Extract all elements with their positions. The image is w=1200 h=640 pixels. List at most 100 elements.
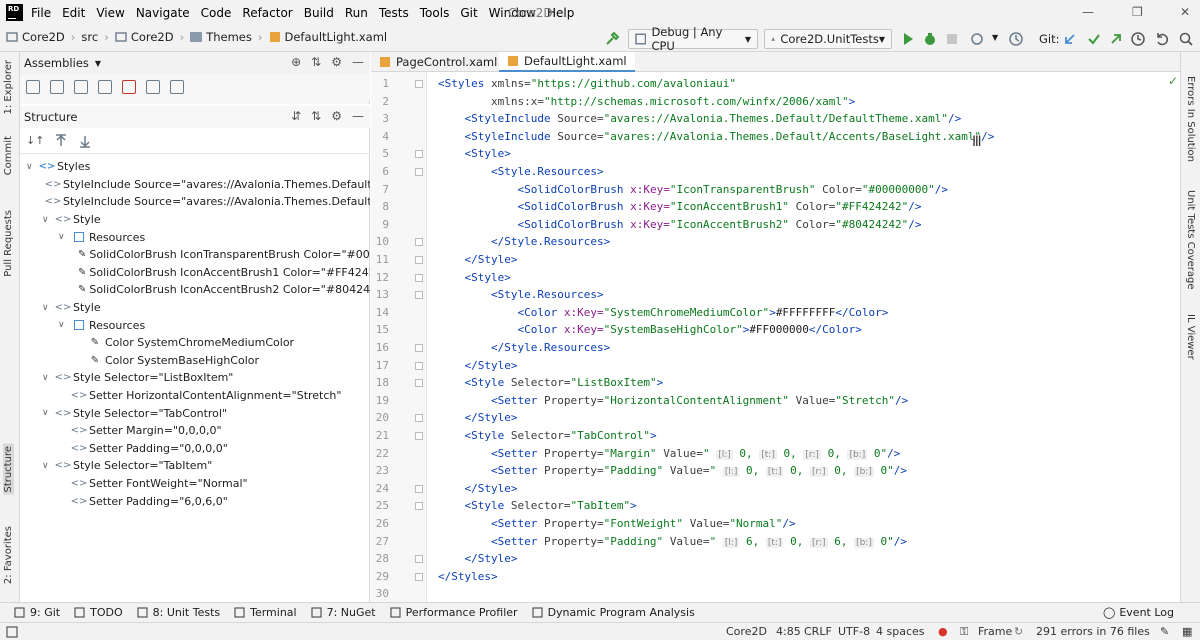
- chevron-down-icon[interactable]: ∨: [42, 408, 52, 418]
- bottom-tab-8-unit-tests[interactable]: 8: Unit Tests: [137, 606, 220, 619]
- tree-row[interactable]: ✎ SolidColorBrush IconAccentBrush2 Color=…: [20, 281, 370, 299]
- search-everywhere-icon[interactable]: [1178, 31, 1194, 47]
- fold-open-icon[interactable]: [415, 291, 423, 300]
- gear-icon[interactable]: ⚙: [331, 55, 342, 69]
- unit-tests-coverage-tab[interactable]: Unit Tests Coverage: [1185, 190, 1196, 290]
- bottom-tab-terminal[interactable]: Terminal: [234, 606, 297, 619]
- menu-refactor[interactable]: Refactor: [242, 6, 292, 20]
- collapse-icon[interactable]: ⇅: [311, 55, 321, 69]
- gear-icon[interactable]: ⚙: [331, 109, 342, 123]
- scroll-up-icon[interactable]: [54, 133, 68, 148]
- bottom-tab-7-nuget[interactable]: 7: NuGet: [311, 606, 376, 619]
- code-line[interactable]: </Styles>: [438, 568, 498, 586]
- code-line[interactable]: <Setter Property="Margin" Value=" [l:] 0…: [438, 445, 900, 463]
- chevron-down-icon[interactable]: ∨: [42, 215, 52, 225]
- code-line[interactable]: <Style Selector="TabControl">: [438, 427, 657, 445]
- code-line[interactable]: <Color x:Key="SystemBaseHighColor">#FF00…: [438, 321, 861, 339]
- tree-row[interactable]: ∨ <> Style: [20, 299, 370, 317]
- menu-run[interactable]: Run: [345, 6, 368, 20]
- chevron-down-icon[interactable]: ∨: [58, 320, 68, 330]
- breadcrumb-item[interactable]: src: [81, 30, 98, 44]
- bottom-tab-9-git[interactable]: 9: Git: [14, 606, 60, 619]
- code-line[interactable]: </Style.Resources>: [438, 339, 610, 357]
- code-line[interactable]: <SolidColorBrush x:Key="IconAccentBrush1…: [438, 198, 921, 216]
- tree-row[interactable]: ∨ <> Style: [20, 211, 370, 229]
- code-line[interactable]: </Style.Resources>: [438, 233, 610, 251]
- tab-default-light[interactable]: DefaultLight.xaml: [499, 52, 635, 72]
- fold-open-icon[interactable]: [415, 432, 423, 440]
- tree-row[interactable]: <> StyleInclude Source="avares://Avalonia…: [20, 176, 370, 194]
- tree-row[interactable]: ∨ <> Style Selector="TabControl": [20, 404, 370, 422]
- chevron-down-icon[interactable]: ▼: [992, 33, 998, 42]
- chevron-down-icon[interactable]: ▼: [95, 59, 101, 68]
- status-encoding[interactable]: UTF-8: [838, 625, 870, 638]
- code-line[interactable]: <Setter Property="Padding" Value=" [l:] …: [438, 462, 907, 480]
- chevron-down-icon[interactable]: ∨: [42, 373, 52, 383]
- expand-all-icon[interactable]: ⇵: [291, 109, 301, 123]
- breadcrumb-item[interactable]: DefaultLight.xaml: [269, 30, 387, 44]
- structure-tool-tab[interactable]: Structure: [3, 444, 14, 495]
- commit-tool-tab[interactable]: Commit: [3, 136, 14, 175]
- bottom-tab-todo[interactable]: TODO: [74, 606, 123, 619]
- tree-row[interactable]: ∨ <> Style Selector="ListBoxItem": [20, 369, 370, 387]
- open-folder-icon[interactable]: [74, 80, 88, 94]
- tree-row[interactable]: <> Setter FontWeight="Normal": [20, 475, 370, 493]
- locate-icon[interactable]: ⊕: [291, 55, 301, 69]
- code-line[interactable]: <StyleInclude Source="avares://Avalonia.…: [438, 128, 995, 146]
- fold-close-icon[interactable]: [415, 344, 423, 352]
- git-push-icon[interactable]: [1108, 31, 1124, 47]
- remove-assembly-icon[interactable]: [122, 80, 136, 94]
- code-line[interactable]: <StyleInclude Source="avares://Avalonia.…: [438, 110, 962, 128]
- git-update-icon[interactable]: [1062, 31, 1078, 47]
- fold-open-icon[interactable]: [415, 273, 423, 282]
- run-target-dropdown[interactable]: Core2D.UnitTests ▼: [764, 29, 892, 49]
- tree-row[interactable]: <> Setter Margin="0,0,0,0": [20, 422, 370, 440]
- tree-row[interactable]: ✎ SolidColorBrush IconTransparentBrush Co…: [20, 246, 370, 264]
- profiler-icon[interactable]: [1008, 31, 1024, 47]
- layout-toggle-icon[interactable]: [6, 626, 18, 638]
- menu-file[interactable]: File: [31, 6, 51, 20]
- pull-requests-tool-tab[interactable]: Pull Requests: [3, 210, 14, 277]
- scroll-down-icon[interactable]: [78, 134, 92, 148]
- inspection-ok-icon[interactable]: ✓: [1168, 74, 1178, 88]
- menu-build[interactable]: Build: [304, 6, 334, 20]
- tree-row[interactable]: <> StyleInclude Source="avares://Avalonia…: [20, 193, 370, 211]
- fold-open-icon[interactable]: [415, 80, 423, 88]
- tree-row[interactable]: ✎ Color SystemChromeMediumColor: [20, 334, 370, 352]
- code-line[interactable]: <Style>: [438, 269, 511, 287]
- stop-icon[interactable]: [944, 31, 960, 47]
- notification-icon[interactable]: ✎: [1160, 625, 1169, 638]
- code-line[interactable]: <Style>: [438, 145, 511, 163]
- tree-row[interactable]: <> Setter HorizontalContentAlignment="Str…: [20, 387, 370, 405]
- code-line[interactable]: <Color x:Key="SystemChromeMediumColor">#…: [438, 304, 888, 322]
- code-line[interactable]: <Style.Resources>: [438, 286, 604, 304]
- configuration-dropdown[interactable]: Debug | Any CPU ▼: [628, 25, 758, 53]
- export-down-icon[interactable]: [170, 80, 184, 94]
- code-line[interactable]: <SolidColorBrush x:Key="IconTransparentB…: [438, 181, 948, 199]
- favorites-tool-tab[interactable]: 2: Favorites: [3, 526, 14, 584]
- menu-edit[interactable]: Edit: [62, 6, 85, 20]
- add-from-gac-icon[interactable]: [50, 80, 64, 94]
- fold-open-icon[interactable]: [415, 379, 423, 388]
- memory-icon[interactable]: ▦: [1182, 625, 1192, 638]
- menu-code[interactable]: Code: [201, 6, 232, 20]
- sync-icon[interactable]: ↻: [1014, 625, 1023, 638]
- breadcrumb-item[interactable]: Core2D: [6, 30, 65, 44]
- breadcrumb-item[interactable]: Themes: [190, 30, 252, 44]
- tree-row[interactable]: ∨ <> Style Selector="TabItem": [20, 457, 370, 475]
- tab-page-control[interactable]: PageControl.xaml: [371, 52, 505, 72]
- hide-icon[interactable]: —: [352, 109, 364, 123]
- debug-icon[interactable]: [922, 31, 938, 47]
- breadcrumb-item[interactable]: Core2D: [115, 30, 174, 44]
- code-line[interactable]: <SolidColorBrush x:Key="IconAccentBrush2…: [438, 216, 921, 234]
- minimize-icon[interactable]: —: [1082, 5, 1094, 19]
- tree-row[interactable]: ✎ Color SystemBaseHighColor: [20, 352, 370, 370]
- errors-in-solution-tab[interactable]: Errors In Solution: [1185, 76, 1196, 162]
- build-hammer-icon[interactable]: [604, 31, 620, 47]
- menu-git[interactable]: Git: [460, 6, 477, 20]
- add-assembly-icon[interactable]: [26, 80, 40, 94]
- code-line[interactable]: xmlns:x="http://schemas.microsoft.com/wi…: [438, 93, 855, 111]
- code-line[interactable]: </Style>: [438, 480, 518, 498]
- tree-row[interactable]: ∨ Resources: [20, 316, 370, 334]
- assembly-list-icon[interactable]: [98, 80, 112, 94]
